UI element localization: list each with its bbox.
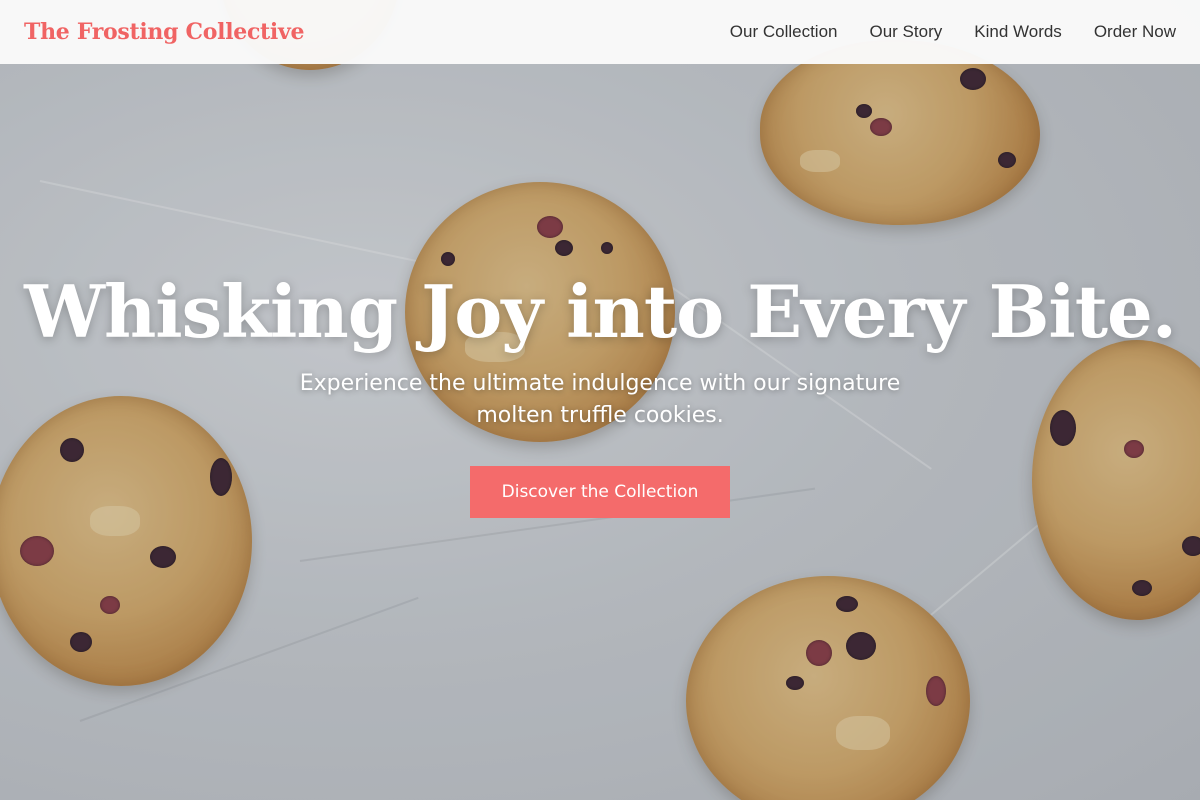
discover-collection-button[interactable]: Discover the Collection bbox=[470, 466, 730, 518]
nav-link-our-story[interactable]: Our Story bbox=[870, 22, 943, 42]
top-navbar: The Frosting Collective Our Collection O… bbox=[0, 0, 1200, 64]
main-nav: Our Collection Our Story Kind Words Orde… bbox=[730, 22, 1176, 42]
brand-logo[interactable]: The Frosting Collective bbox=[24, 19, 304, 45]
nav-link-order-now[interactable]: Order Now bbox=[1094, 22, 1176, 42]
hero-headline: Whisking Joy into Every Bite. bbox=[24, 269, 1177, 354]
hero-content: Whisking Joy into Every Bite. Experience… bbox=[0, 276, 1200, 518]
nav-link-our-collection[interactable]: Our Collection bbox=[730, 22, 838, 42]
hero-subheadline: Experience the ultimate indulgence with … bbox=[299, 371, 901, 428]
nav-link-kind-words[interactable]: Kind Words bbox=[974, 22, 1062, 42]
